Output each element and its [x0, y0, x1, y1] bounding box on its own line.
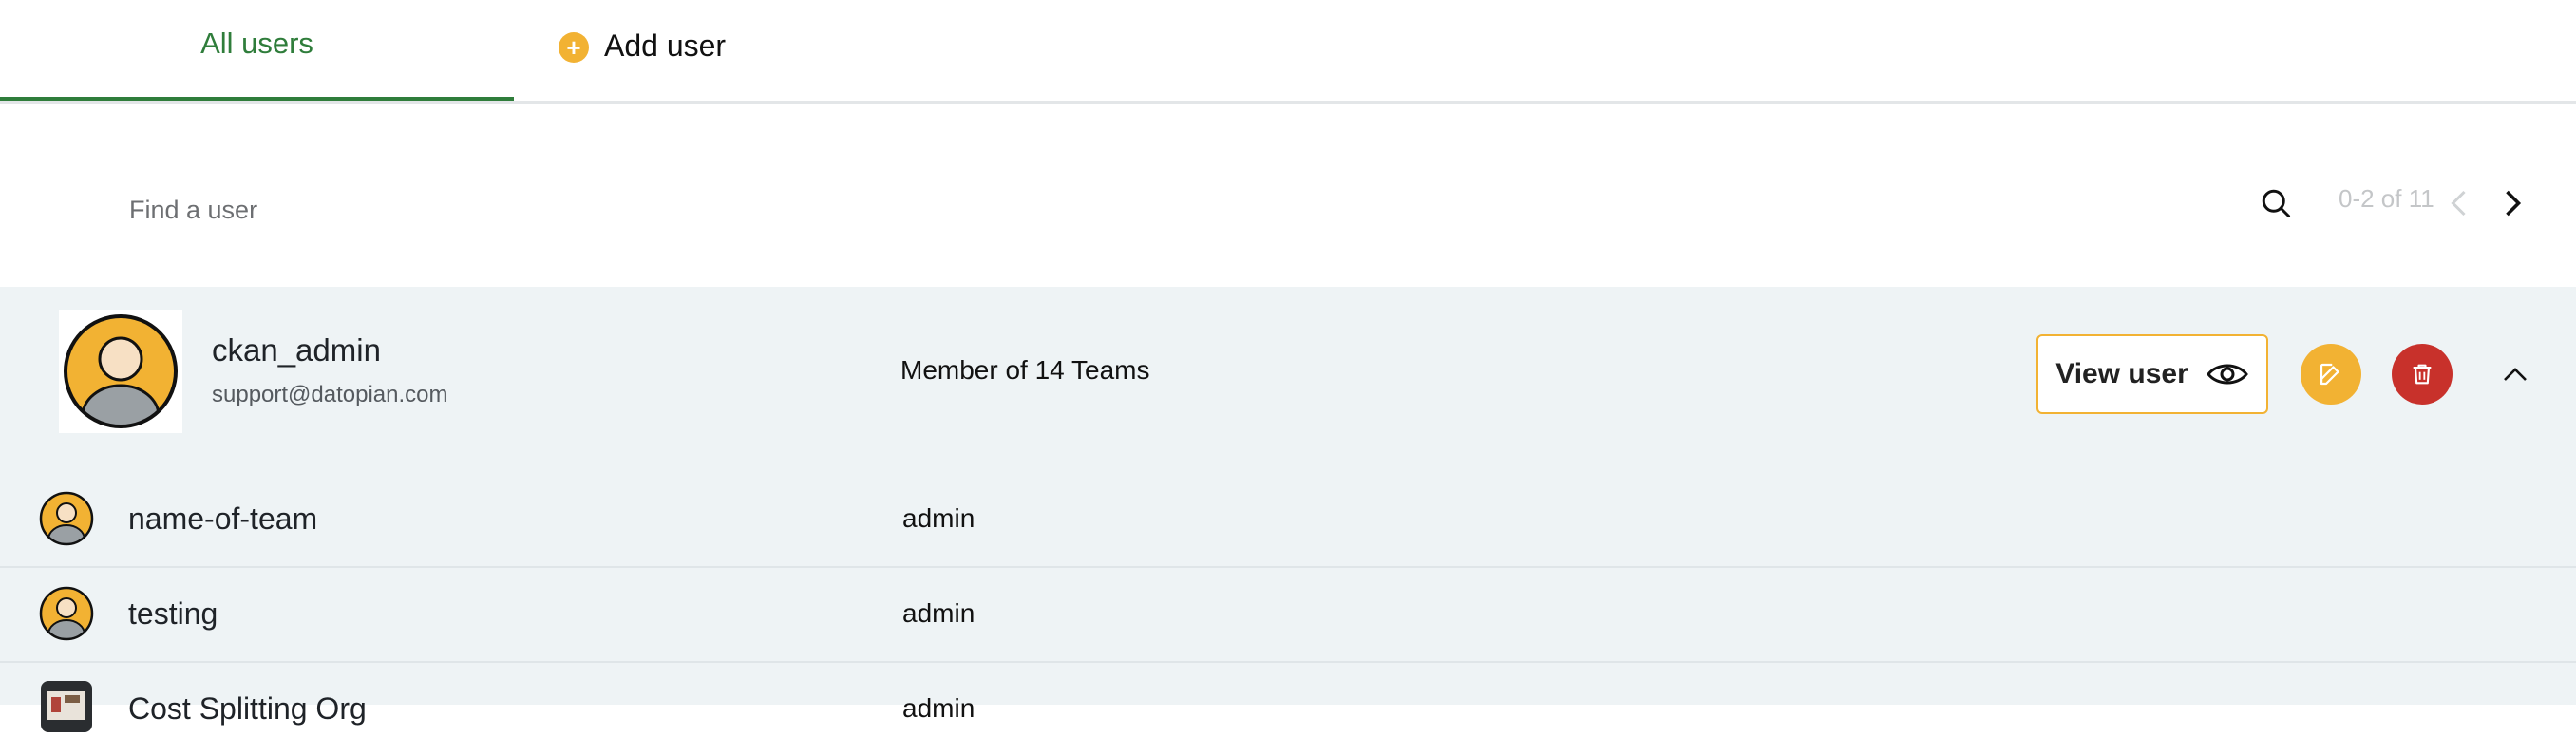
trash-icon: [2413, 364, 2432, 385]
plus-icon: +: [559, 32, 589, 63]
team-role: admin: [902, 503, 975, 533]
tab-all-users[interactable]: All users: [0, 0, 514, 101]
pagination-range: 0-2 of 11: [2339, 184, 2434, 213]
delete-user-button[interactable]: [2392, 344, 2453, 405]
list-item[interactable]: name-of-team admin: [0, 473, 2576, 568]
view-user-label: View user: [2055, 358, 2188, 389]
list-item[interactable]: testing admin: [0, 568, 2576, 663]
edit-icon: [2320, 363, 2339, 386]
team-count: Member of 14 Teams: [900, 355, 1150, 385]
tab-all-users-label: All users: [200, 27, 313, 60]
user-avatar-icon: [39, 586, 94, 641]
team-role: admin: [902, 598, 975, 628]
chevron-left-icon[interactable]: [2443, 184, 2477, 222]
user-card: ckan_admin support@datopian.com Member o…: [0, 287, 2576, 732]
user-name: ckan_admin: [212, 332, 381, 368]
collapse-button[interactable]: [2496, 357, 2534, 391]
search-bar: 0-2 of 11: [0, 104, 2576, 285]
edit-user-button[interactable]: [2301, 344, 2361, 405]
team-name: name-of-team: [128, 501, 318, 536]
tab-bar: All users + Add user: [0, 0, 2576, 104]
eye-icon: [2206, 364, 2248, 385]
list-item[interactable]: Cost Splitting Org admin: [0, 663, 2576, 756]
view-user-button[interactable]: View user: [2036, 334, 2268, 414]
search-icon[interactable]: [2259, 186, 2293, 220]
team-role: admin: [902, 693, 975, 723]
user-avatar-icon: [39, 491, 94, 546]
team-name: Cost Splitting Org: [128, 691, 367, 726]
team-name: testing: [128, 596, 218, 631]
tab-add-user[interactable]: + Add user: [559, 0, 805, 101]
user-email: support@datopian.com: [212, 382, 448, 407]
chevron-up-icon: [2504, 368, 2527, 381]
tab-add-user-label: Add user: [604, 28, 727, 63]
user-avatar-icon: [64, 314, 178, 428]
avatar: [59, 310, 182, 433]
org-image-icon: [41, 681, 92, 732]
search-input[interactable]: [127, 182, 891, 237]
chevron-right-icon[interactable]: [2494, 184, 2529, 222]
